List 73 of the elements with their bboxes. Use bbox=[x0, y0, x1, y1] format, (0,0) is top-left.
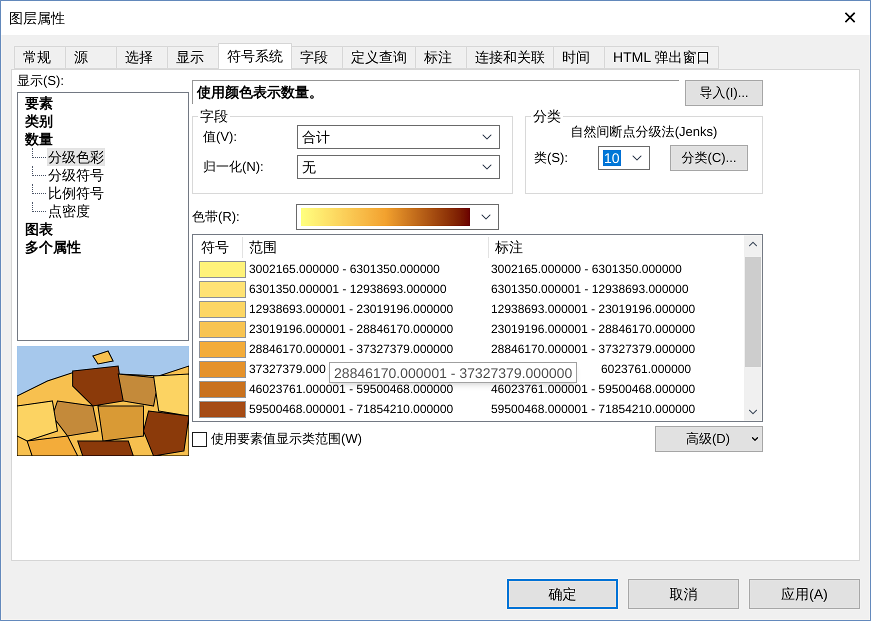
checkbox-label: 使用要素值显示类范围(W) bbox=[211, 430, 362, 448]
scrollbar[interactable] bbox=[744, 235, 762, 421]
value-label: 值(V): bbox=[203, 128, 238, 146]
color-swatch[interactable] bbox=[199, 400, 246, 418]
column-header: 符号 bbox=[193, 236, 243, 258]
color-swatch[interactable] bbox=[199, 380, 246, 398]
import-button[interactable]: 导入(I)... bbox=[685, 80, 763, 106]
normalize-label: 归一化(N): bbox=[203, 158, 265, 176]
tree-item[interactable]: 分级符号 bbox=[47, 166, 105, 184]
tree-item[interactable]: 数量 bbox=[24, 130, 54, 148]
table-cell-text: 59500468.000001 - 71854210.000000 bbox=[249, 401, 454, 418]
tab[interactable]: 字段 bbox=[291, 46, 343, 69]
tree-item[interactable]: 要素 bbox=[24, 94, 54, 112]
classes-label: 类(S): bbox=[534, 149, 569, 168]
color-ramp-dropdown[interactable] bbox=[296, 204, 499, 230]
column-header: 标注 bbox=[494, 238, 523, 256]
table-cell-text: 12938693.000001 - 23019196.000000 bbox=[491, 301, 696, 318]
dialog-button[interactable]: 确定 bbox=[507, 579, 618, 609]
classes-dropdown[interactable]: 10 bbox=[598, 146, 650, 170]
close-button[interactable]: ✕ bbox=[830, 3, 870, 33]
column-header: 范围 bbox=[243, 236, 489, 258]
scroll-thumb[interactable] bbox=[745, 257, 761, 367]
tab[interactable]: 选择 bbox=[116, 46, 168, 69]
table-cell-text: 59500468.000001 - 71854210.000000 bbox=[491, 401, 696, 418]
tree-item[interactable]: 多个属性 bbox=[24, 238, 82, 256]
color-ramp-icon bbox=[301, 208, 470, 226]
color-swatch[interactable] bbox=[199, 280, 246, 298]
table-cell-text: 28846170.000001 - 37327379.000000 bbox=[491, 341, 696, 358]
value-dropdown[interactable]: 合计 bbox=[297, 125, 500, 149]
table-cell-text: 46023761.000001 - 59500468.000000 bbox=[249, 381, 454, 398]
tooltip: 28846170.000001 - 37327379.000000 bbox=[329, 362, 578, 383]
dialog-button[interactable]: 取消 bbox=[628, 579, 739, 609]
tree-item[interactable]: 图表 bbox=[24, 220, 54, 238]
tab[interactable]: HTML 弹出窗口 bbox=[604, 46, 720, 69]
table-cell-text: 6023761.000000 bbox=[601, 361, 692, 378]
normalize-dropdown[interactable]: 无 bbox=[297, 155, 500, 179]
tab[interactable]: 时间 bbox=[553, 46, 605, 69]
tree-item[interactable]: 分级色彩 bbox=[47, 148, 105, 166]
tab[interactable]: 显示 bbox=[167, 46, 219, 69]
caret-icon bbox=[750, 434, 760, 444]
color-swatch[interactable] bbox=[199, 320, 246, 338]
dialog-button[interactable]: 应用(A) bbox=[749, 579, 860, 609]
table-cell-text: 6301350.000001 - 12938693.000000 bbox=[249, 281, 447, 298]
tab[interactable]: 定义查询 bbox=[342, 46, 416, 69]
table-cell-text: 3002165.000000 - 6301350.000000 bbox=[249, 261, 440, 278]
advanced-button[interactable]: 高级(D) bbox=[655, 426, 763, 452]
color-swatch[interactable] bbox=[199, 300, 246, 318]
tab[interactable]: 连接和关联 bbox=[466, 46, 554, 69]
tree-item[interactable]: 点密度 bbox=[47, 202, 91, 220]
table-cell-text: 3002165.000000 - 6301350.000000 bbox=[491, 261, 682, 278]
color-ramp-label: 色带(R): bbox=[192, 208, 241, 226]
color-swatch[interactable] bbox=[199, 340, 246, 358]
table-cell-text: 37327379.000 bbox=[249, 361, 326, 378]
tab[interactable]: 常规 bbox=[14, 46, 66, 69]
table-cell-text: 46023761.000001 - 59500468.000000 bbox=[491, 381, 696, 398]
tab[interactable]: 符号系统 bbox=[218, 43, 292, 69]
tree-item[interactable]: 类别 bbox=[24, 112, 54, 130]
tab[interactable]: 源 bbox=[65, 46, 117, 69]
table-cell-text: 23019196.000001 - 28846170.000000 bbox=[249, 321, 454, 338]
table-cell-text: 6301350.000001 - 12938693.000000 bbox=[491, 281, 689, 298]
table-cell-text: 12938693.000001 - 23019196.000000 bbox=[249, 301, 454, 318]
window-title: 图层属性 bbox=[9, 8, 65, 28]
tab[interactable]: 标注 bbox=[415, 46, 467, 69]
table-cell-text: 28846170.000001 - 37327379.000000 bbox=[249, 341, 454, 358]
color-swatch[interactable] bbox=[199, 260, 246, 278]
classify-button[interactable]: 分类(C)... bbox=[670, 145, 748, 171]
description-panel: 使用颜色表示数量。 bbox=[192, 80, 679, 104]
table-cell-text: 23019196.000001 - 28846170.000000 bbox=[491, 321, 696, 338]
color-swatch[interactable] bbox=[199, 360, 246, 378]
show-label: 显示(S): bbox=[17, 72, 65, 90]
method-text: 自然间断点分级法(Jenks) bbox=[570, 123, 718, 141]
tree-item[interactable]: 比例符号 bbox=[47, 184, 105, 202]
checkbox[interactable] bbox=[192, 432, 207, 446]
